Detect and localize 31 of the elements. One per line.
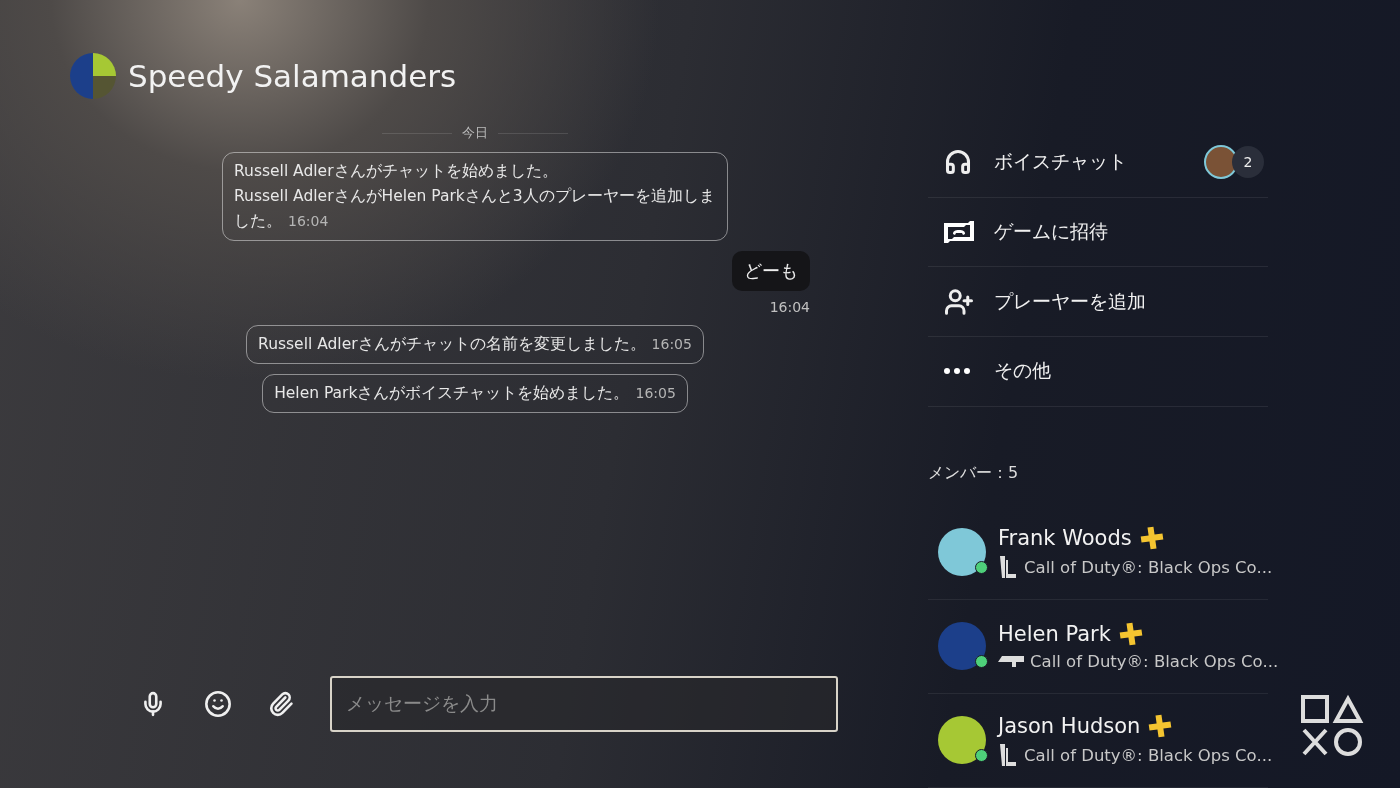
system-message: Russell Adlerさんがチャットを始めました。 Russell AdlerさんがHelen Parkさんと3人のプレーヤーを追加しました。 16:04	[222, 152, 728, 241]
member-name: Frank Woods	[998, 526, 1132, 551]
plus-icon	[1139, 526, 1164, 551]
menu-item[interactable]: ゲームに招待	[928, 197, 1268, 268]
members-heading: メンバー：5	[928, 462, 1020, 484]
message-input[interactable]: メッセージを入力	[330, 676, 838, 732]
menu-item[interactable]: プレーヤーを追加	[928, 267, 1268, 337]
paperclip-icon	[268, 691, 294, 717]
menu-item[interactable]: その他	[928, 336, 1268, 407]
headset-icon	[944, 148, 972, 177]
system-message: Helen Parkさんがボイスチャットを始めました。 16:05	[262, 374, 688, 413]
more-icon	[944, 368, 970, 375]
smiley-icon	[204, 690, 232, 718]
member-name: Jason Hudson	[998, 714, 1141, 739]
plus-icon	[1118, 621, 1143, 646]
menu-item[interactable]: ボイスチャット 2	[928, 128, 1268, 198]
chat-title: Speedy Salamanders	[128, 58, 457, 94]
date-divider-label: 今日	[462, 124, 488, 142]
game-title: Call of Duty®: Black Ops Co...	[1030, 651, 1279, 671]
group-avatar	[70, 53, 116, 99]
message-time: 16:04	[769, 299, 810, 315]
gamepad-card-icon	[944, 220, 974, 243]
console-icon	[998, 744, 1018, 767]
system-message: Russell Adlerさんがチャットの名前を変更しました。 16:05	[246, 325, 704, 364]
console-icon	[998, 556, 1018, 579]
member-name: Helen Park	[998, 621, 1111, 646]
plus-icon	[1148, 714, 1173, 739]
message-bubble: どーも	[732, 251, 810, 291]
participant-count: 2	[1232, 146, 1264, 179]
add-user-icon	[944, 286, 974, 317]
console-icon	[998, 654, 1024, 669]
